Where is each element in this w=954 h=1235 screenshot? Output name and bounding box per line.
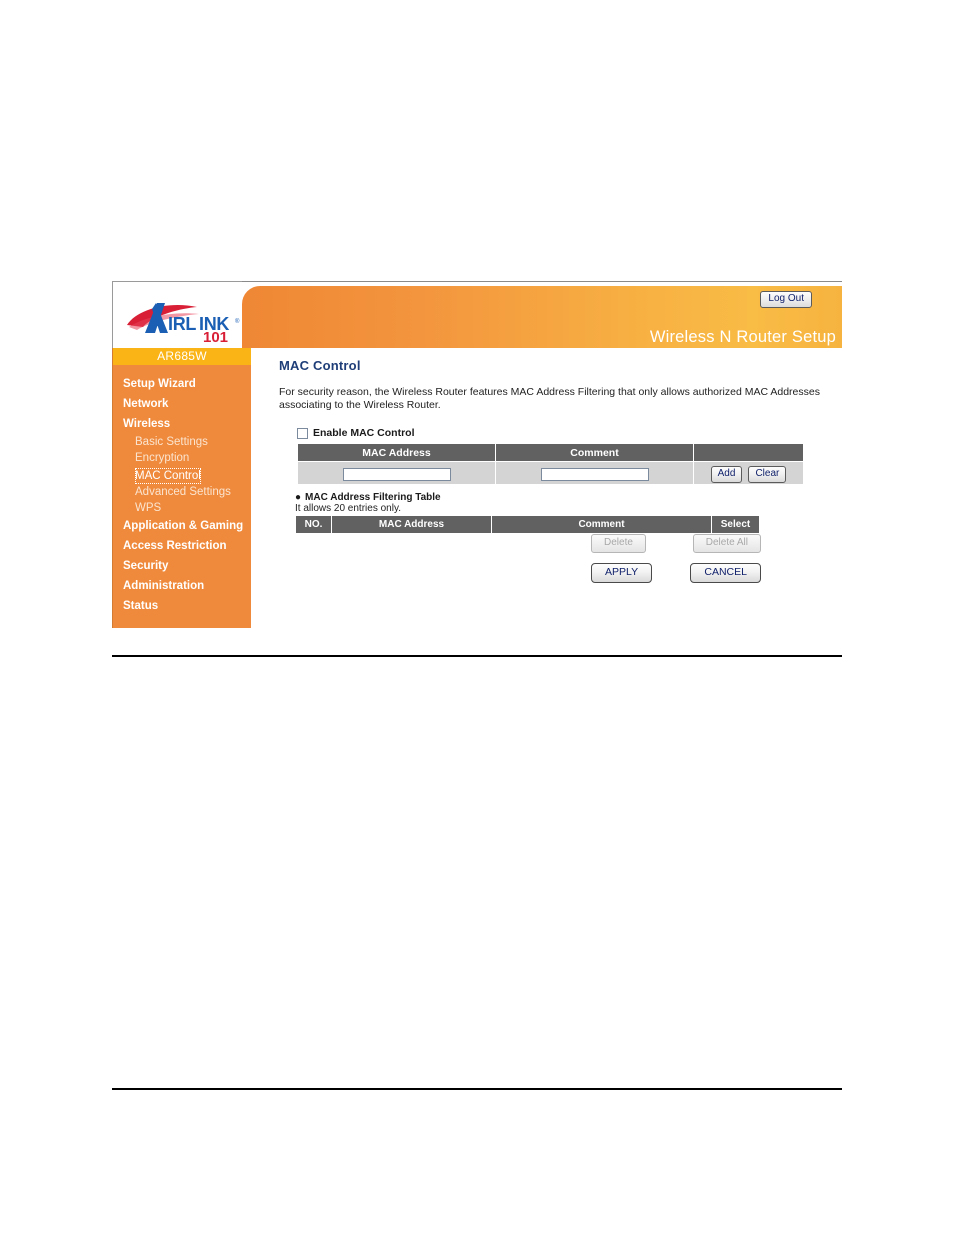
form-action-row: APPLY CANCEL (591, 563, 761, 583)
sidebar-item-access-restriction[interactable]: Access Restriction (113, 536, 251, 556)
entry-col-actions (693, 443, 804, 462)
sidebar-item-application-gaming[interactable]: Application & Gaming (113, 516, 251, 536)
svg-text:®: ® (235, 318, 240, 325)
sidebar-item-wireless[interactable]: Wireless (113, 414, 251, 434)
airlink101-logo: IRL INK ® 101 (127, 303, 240, 343)
entry-col-mac-address: MAC Address (297, 443, 496, 462)
filter-col-select: Select (711, 515, 760, 534)
page-title: MAC Control (279, 358, 361, 373)
comment-cell (495, 461, 694, 485)
sidebar-item-wps[interactable]: WPS (113, 500, 251, 516)
sidebar-item-mac-control[interactable]: MAC Control (135, 468, 201, 484)
logout-button[interactable]: Log Out (760, 291, 812, 308)
sidebar-item-encryption[interactable]: Encryption (113, 450, 251, 466)
filter-col-no: NO. (295, 515, 332, 534)
page-rule-bottom (112, 1088, 842, 1090)
sidebar-item-administration[interactable]: Administration (113, 576, 251, 596)
router-admin-screenshot: IRL INK ® 101 Log Out Wireless N Router … (112, 281, 842, 628)
filter-col-comment: Comment (491, 515, 712, 534)
sidebar-item-security[interactable]: Security (113, 556, 251, 576)
entry-col-comment: Comment (495, 443, 694, 462)
enable-mac-control-row[interactable]: Enable MAC Control (297, 427, 415, 439)
sidebar-item-status[interactable]: Status (113, 596, 251, 616)
sidebar-item-advanced-settings[interactable]: Advanced Settings (113, 484, 251, 500)
top-banner: Log Out Wireless N Router Setup (242, 286, 842, 348)
filter-col-mac-address: MAC Address (331, 515, 492, 534)
mac-address-input[interactable] (342, 468, 451, 481)
mac-address-cell (297, 461, 496, 485)
apply-button[interactable]: APPLY (591, 563, 653, 583)
entry-input-row: Add Clear (297, 461, 804, 485)
filter-table-heading-text: MAC Address Filtering Table (305, 492, 441, 503)
add-button[interactable]: Add (710, 466, 743, 483)
mac-entry-form-table: MAC Address Comment Add Clear (297, 443, 804, 485)
model-badge: AR685W (113, 348, 251, 365)
delete-button: Delete (591, 534, 646, 553)
entry-actions-cell: Add Clear (693, 461, 804, 485)
enable-mac-control-checkbox[interactable] (297, 427, 308, 439)
delete-all-button: Delete All (692, 534, 761, 553)
entry-header-row: MAC Address Comment (297, 443, 804, 462)
comment-input[interactable] (540, 468, 649, 481)
clear-button[interactable]: Clear (748, 466, 787, 483)
filter-header-row: NO. MAC Address Comment Select (295, 515, 760, 534)
sidebar-item-setup-wizard[interactable]: Setup Wizard (113, 374, 251, 394)
sidebar-nav: Setup Wizard Network Wireless Basic Setting… (113, 365, 251, 616)
page-description: For security reason, the Wireless Router… (279, 386, 820, 411)
svg-text:101: 101 (203, 329, 228, 343)
enable-mac-control-label: Enable MAC Control (313, 427, 415, 439)
svg-text:IRL: IRL (168, 314, 196, 334)
sidebar-item-basic-settings[interactable]: Basic Settings (113, 434, 251, 450)
page-rule-top (112, 655, 842, 657)
sidebar-item-network[interactable]: Network (113, 394, 251, 414)
banner-title: Wireless N Router Setup (649, 328, 836, 346)
cancel-button[interactable]: CANCEL (690, 563, 761, 583)
bullet-icon: ● (295, 492, 302, 503)
logo-container: IRL INK ® 101 (112, 286, 251, 348)
filter-table-subtext: It allows 20 entries only. (295, 503, 401, 514)
filter-table-heading: ● MAC Address Filtering Table (295, 492, 441, 503)
mac-filtering-table: NO. MAC Address Comment Select (295, 515, 760, 534)
delete-buttons-row: Delete Delete All (591, 534, 761, 553)
content-pane: MAC Control For security reason, the Wir… (251, 348, 842, 628)
sidebar: AR685W Setup Wizard Network Wireless Basic … (112, 348, 251, 628)
